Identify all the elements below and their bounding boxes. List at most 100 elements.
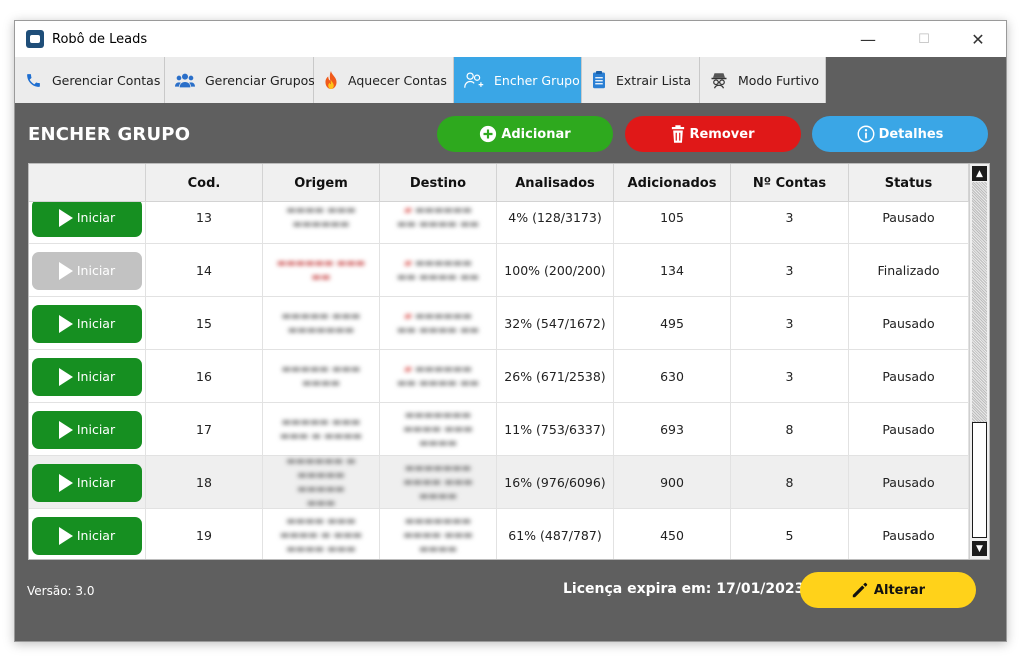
cell-cod: 19 bbox=[146, 509, 263, 559]
tab-gerenciar-grupos[interactable]: Gerenciar Grupos bbox=[165, 57, 315, 103]
cell-cod: 18 bbox=[146, 456, 263, 509]
details-button[interactable]: Detalhes bbox=[812, 116, 988, 152]
start-button-disabled: Iniciar bbox=[32, 251, 142, 290]
start-button[interactable]: Iniciar bbox=[32, 198, 142, 237]
cell-status: Pausado bbox=[849, 350, 969, 403]
cell-analisados: 16% (976/6096) bbox=[497, 456, 614, 509]
close-button[interactable]: ✕ bbox=[952, 21, 1004, 57]
tab-label: Aquecer Contas bbox=[348, 72, 447, 88]
cell-destino-redacted: ▰ ▬▬▬▬▬▬ ▬▬ ▬▬▬▬ ▬▬ bbox=[380, 350, 497, 403]
cell-origem-redacted: ▬▬▬▬▬ ▬▬▬ ▬▬▬ ▬ ▬▬▬▬ bbox=[263, 403, 380, 456]
cell-destino-redacted: ▬▬▬▬▬▬▬ ▬▬▬▬ ▬▬▬ ▬▬▬▬ bbox=[380, 456, 497, 509]
cell-origem-redacted: ▬▬▬▬▬▬ ▬▬▬ ▬▬ bbox=[263, 244, 380, 297]
info-icon bbox=[857, 125, 875, 143]
play-icon bbox=[58, 420, 73, 439]
scroll-thumb[interactable] bbox=[972, 422, 987, 538]
play-icon bbox=[58, 261, 73, 280]
list-icon bbox=[592, 70, 606, 90]
cell-cod: 17 bbox=[146, 403, 263, 456]
start-button[interactable]: Iniciar bbox=[32, 516, 142, 555]
minimize-button[interactable]: — bbox=[842, 21, 894, 57]
cell-origem-redacted: ▬▬▬▬ ▬▬▬ ▬▬▬▬ ▬ ▬▬▬ ▬▬▬▬ ▬▬▬ bbox=[263, 509, 380, 559]
tab-encher-grupo[interactable]: Encher Grupo bbox=[454, 57, 582, 103]
window-title: Robô de Leads bbox=[52, 31, 148, 47]
play-icon bbox=[58, 526, 73, 545]
cell-adicionados: 134 bbox=[614, 244, 731, 297]
alter-button[interactable]: Alterar bbox=[800, 572, 976, 608]
start-button[interactable]: Iniciar bbox=[32, 463, 142, 502]
scroll-track[interactable] bbox=[972, 182, 987, 422]
cell-contas: 3 bbox=[731, 350, 849, 403]
cell-contas: 3 bbox=[731, 297, 849, 350]
alter-button-label: Alterar bbox=[873, 582, 926, 598]
header-action bbox=[29, 164, 146, 202]
start-button-label: Iniciar bbox=[76, 263, 116, 278]
title-bar: Robô de Leads — ☐ ✕ bbox=[15, 21, 1006, 57]
group-icon bbox=[175, 70, 195, 90]
cell-destino-redacted: ▬▬▬▬▬▬▬ ▬▬▬▬ ▬▬▬ ▬▬▬▬ bbox=[380, 403, 497, 456]
groups-table: Cod. Origem Destino Analisados Adicionad… bbox=[28, 163, 990, 560]
cell-status: Pausado bbox=[849, 509, 969, 559]
table-row-selected[interactable]: Iniciar 18 ▬▬▬▬▬▬ ▬ ▬▬▬▬▬ ▬▬▬▬▬ ▬▬▬ ▬▬▬▬▬▬… bbox=[29, 456, 969, 509]
cell-contas: 8 bbox=[731, 456, 849, 509]
remove-button[interactable]: Remover bbox=[625, 116, 801, 152]
table-row[interactable]: Iniciar 17 ▬▬▬▬▬ ▬▬▬ ▬▬▬ ▬ ▬▬▬▬ ▬▬▬▬▬▬▬ ▬▬… bbox=[29, 403, 969, 456]
tab-aquecer-contas[interactable]: Aquecer Contas bbox=[314, 57, 454, 103]
cell-analisados: 26% (671/2538) bbox=[497, 350, 614, 403]
play-icon bbox=[58, 314, 73, 333]
tab-extrair-lista[interactable]: Extrair Lista bbox=[582, 57, 700, 103]
cell-status: Finalizado bbox=[849, 244, 969, 297]
tab-gerenciar-contas[interactable]: Gerenciar Contas bbox=[15, 57, 165, 103]
cell-analisados: 11% (753/6337) bbox=[497, 403, 614, 456]
cell-adicionados: 630 bbox=[614, 350, 731, 403]
plus-circle-icon bbox=[479, 125, 497, 143]
tab-modo-furtivo[interactable]: Modo Furtivo bbox=[700, 57, 826, 103]
pencil-icon bbox=[851, 581, 869, 599]
header-analisados: Analisados bbox=[497, 164, 614, 202]
cell-adicionados: 450 bbox=[614, 509, 731, 559]
cell-origem-redacted: ▬▬▬▬▬▬ ▬ ▬▬▬▬▬ ▬▬▬▬▬ ▬▬▬ bbox=[263, 456, 380, 509]
maximize-button[interactable]: ☐ bbox=[898, 21, 950, 57]
tab-label: Modo Furtivo bbox=[738, 72, 819, 88]
table-row[interactable]: Iniciar 14 ▬▬▬▬▬▬ ▬▬▬ ▬▬ ▰ ▬▬▬▬▬▬ ▬▬ ▬▬▬▬ … bbox=[29, 244, 969, 297]
page-title: ENCHER GRUPO bbox=[28, 124, 191, 145]
cell-contas: 3 bbox=[731, 244, 849, 297]
start-button-label: Iniciar bbox=[76, 210, 116, 225]
start-button-label: Iniciar bbox=[76, 422, 116, 437]
spy-icon bbox=[710, 70, 728, 90]
table-row[interactable]: Iniciar 15 ▬▬▬▬▬ ▬▬▬ ▬▬▬▬▬▬▬ ▰ ▬▬▬▬▬▬ ▬▬ ▬… bbox=[29, 297, 969, 350]
scroll-up-icon[interactable]: ▲ bbox=[972, 166, 987, 181]
cell-status: Pausado bbox=[849, 456, 969, 509]
header-destino: Destino bbox=[380, 164, 497, 202]
trash-icon bbox=[671, 125, 685, 143]
cell-analisados: 100% (200/200) bbox=[497, 244, 614, 297]
add-users-icon bbox=[464, 70, 484, 90]
cell-contas: 5 bbox=[731, 509, 849, 559]
details-button-label: Detalhes bbox=[878, 126, 944, 142]
remove-button-label: Remover bbox=[689, 126, 755, 142]
cell-cod: 16 bbox=[146, 350, 263, 403]
license-expiry: Licença expira em: 17/01/2023 bbox=[563, 581, 805, 597]
cell-status: Pausado bbox=[849, 297, 969, 350]
table-row[interactable]: Iniciar 19 ▬▬▬▬ ▬▬▬ ▬▬▬▬ ▬ ▬▬▬ ▬▬▬▬ ▬▬▬ ▬▬… bbox=[29, 509, 969, 559]
cell-analisados: 32% (547/1672) bbox=[497, 297, 614, 350]
scroll-down-icon[interactable]: ▼ bbox=[972, 541, 987, 556]
table-row[interactable]: Iniciar 16 ▬▬▬▬▬ ▬▬▬ ▬▬▬▬ ▰ ▬▬▬▬▬▬ ▬▬ ▬▬▬▬… bbox=[29, 350, 969, 403]
start-button-label: Iniciar bbox=[76, 528, 116, 543]
fire-icon bbox=[324, 70, 338, 90]
cell-adicionados: 900 bbox=[614, 456, 731, 509]
play-icon bbox=[58, 208, 73, 227]
cell-adicionados: 495 bbox=[614, 297, 731, 350]
add-button[interactable]: Adicionar bbox=[437, 116, 613, 152]
cell-cod: 15 bbox=[146, 297, 263, 350]
start-button-label: Iniciar bbox=[76, 316, 116, 331]
add-button-label: Adicionar bbox=[501, 126, 571, 142]
start-button[interactable]: Iniciar bbox=[32, 304, 142, 343]
start-button[interactable]: Iniciar bbox=[32, 410, 142, 449]
cell-origem-redacted: ▬▬▬▬▬ ▬▬▬ ▬▬▬▬ bbox=[263, 350, 380, 403]
cell-destino-redacted: ▬▬▬▬▬▬▬ ▬▬▬▬ ▬▬▬ ▬▬▬▬ bbox=[380, 509, 497, 559]
start-button[interactable]: Iniciar bbox=[32, 357, 142, 396]
play-icon bbox=[58, 367, 73, 386]
vertical-scrollbar[interactable]: ▲ ▼ bbox=[969, 164, 989, 559]
cell-destino-redacted: ▰ ▬▬▬▬▬▬ ▬▬ ▬▬▬▬ ▬▬ bbox=[380, 297, 497, 350]
